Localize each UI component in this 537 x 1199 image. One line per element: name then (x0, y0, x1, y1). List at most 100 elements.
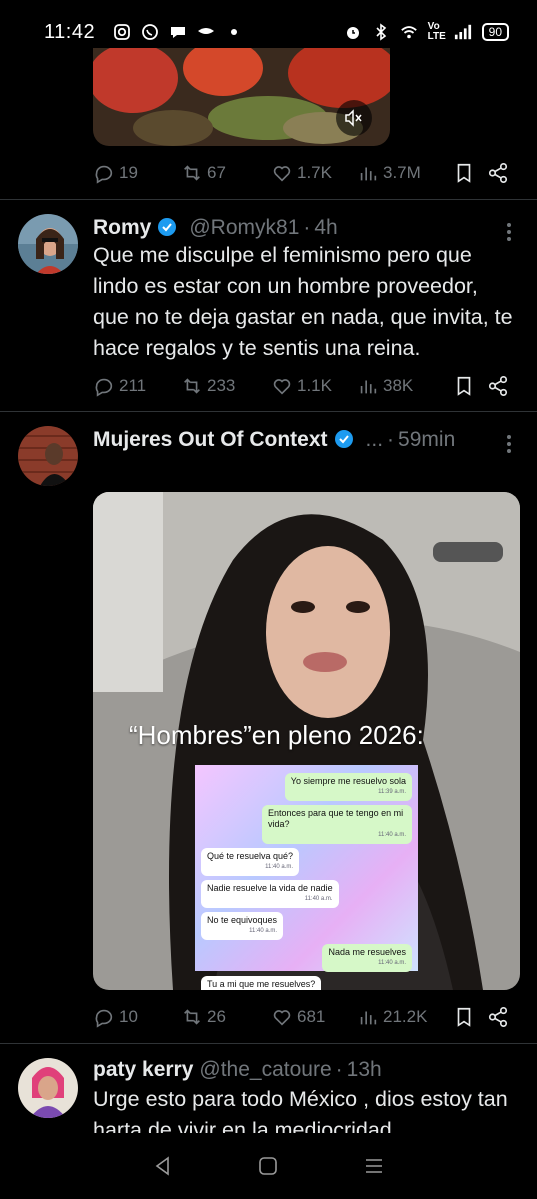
reply-icon (95, 1009, 113, 1028)
like-button[interactable]: 1.7K (271, 162, 357, 184)
recents-menu-icon[interactable] (363, 1155, 385, 1177)
chat-text: Yo siempre me resuelvo sola (290, 776, 406, 786)
repost-button[interactable]: 26 (181, 1006, 271, 1028)
chat-text: Entonces para que te tengo en mi vida? (268, 808, 404, 829)
bookmark-button[interactable] (453, 375, 487, 397)
tweet-header: Romy @Romyk81 · 4h (93, 214, 519, 240)
share-icon (488, 1007, 508, 1027)
verified-badge-icon (334, 429, 354, 449)
author-name[interactable]: Mujeres Out Of Context (93, 428, 328, 452)
bookmark-button[interactable] (453, 1006, 487, 1028)
chat-text: No te equivoques (207, 915, 278, 925)
chat-time: 11:39 a.m. (378, 789, 406, 795)
repost-count: 233 (207, 376, 236, 395)
author-handle[interactable]: ... (366, 428, 384, 452)
view-count: 3.7M (383, 163, 421, 182)
tweet-image[interactable]: “Hombres”en pleno 2026: Yo siempre me re… (93, 492, 520, 990)
heart-icon (273, 166, 291, 182)
repost-icon (184, 165, 200, 181)
views-chart-icon (360, 1011, 377, 1025)
bookmark-icon (457, 1007, 471, 1027)
views-button[interactable]: 3.7M (357, 162, 453, 184)
chat-bubble: Entonces para que te tengo en mi vida? 11… (201, 805, 412, 844)
home-icon[interactable] (257, 1155, 279, 1177)
reply-icon (95, 165, 113, 184)
view-count: 38K (383, 376, 414, 395)
reply-button[interactable]: 10 (93, 1006, 181, 1028)
share-icon (488, 163, 508, 183)
like-button[interactable]: 681 (271, 1006, 357, 1028)
reply-icon (95, 378, 113, 397)
more-options-icon[interactable] (507, 432, 513, 456)
views-chart-icon (360, 380, 377, 394)
repost-icon (184, 378, 200, 394)
tweet-time[interactable]: 59min (398, 428, 455, 452)
tweet-text: Que me disculpe el feminismo pero que li… (93, 243, 513, 360)
like-count: 681 (297, 1007, 326, 1026)
author-name[interactable]: Romy (93, 216, 151, 240)
tweet-actions: 10 26 681 21.2K (93, 1002, 518, 1032)
chat-time: 11:40 a.m. (249, 928, 278, 934)
mute-button[interactable] (336, 100, 372, 136)
bookmark-button[interactable] (453, 162, 487, 184)
author-handle[interactable]: @the_catoure (199, 1058, 331, 1082)
reply-count: 10 (119, 1007, 138, 1026)
chat-bubble: Nada me resuelves 11:40 a.m. (201, 944, 412, 972)
share-button[interactable] (487, 375, 509, 397)
verified-badge-icon (157, 217, 177, 237)
chat-text: Tu a mi que me resuelves? (207, 979, 316, 989)
chat-screenshot: Yo siempre me resuelvo sola 11:39 a.m. Ent… (195, 765, 418, 990)
tweet-1[interactable]: 19 67 1.7K 3.7M (0, 0, 537, 200)
chat-bubble: Yo siempre me resuelvo sola 11:39 a.m. (201, 773, 412, 801)
chat-bubble: Qué te resuelva qué? 11:40 a.m. (201, 848, 412, 876)
repost-button[interactable]: 67 (181, 162, 271, 184)
separator-dot: · (303, 216, 311, 239)
muted-speaker-icon (345, 109, 362, 127)
avatar[interactable] (18, 214, 78, 274)
chat-text: Nada me resuelves (328, 947, 406, 957)
avatar[interactable] (18, 426, 78, 486)
views-button[interactable]: 38K (357, 375, 453, 397)
tweet-time[interactable]: 13h (347, 1058, 382, 1082)
avatar[interactable] (18, 1058, 78, 1118)
author-name[interactable]: paty kerry (93, 1058, 193, 1082)
view-count: 21.2K (383, 1007, 428, 1026)
tweet-time[interactable]: 4h (314, 216, 337, 240)
repost-button[interactable]: 233 (181, 375, 271, 397)
chat-bubble: No te equivoques 11:40 a.m. (201, 912, 412, 940)
share-button[interactable] (487, 1006, 509, 1028)
reply-button[interactable]: 211 (93, 375, 181, 397)
views-button[interactable]: 21.2K (357, 1006, 453, 1028)
heart-icon (273, 1010, 291, 1026)
avatar-image (18, 1058, 78, 1118)
heart-icon (273, 379, 291, 395)
chat-time: 11:40 a.m. (304, 896, 333, 902)
reply-count: 19 (119, 163, 138, 182)
author-handle[interactable]: @Romyk81 (189, 216, 299, 240)
repost-icon (184, 1009, 200, 1025)
repost-count: 67 (207, 163, 226, 182)
chat-time: 11:40 a.m. (265, 864, 294, 870)
chat-text: Qué te resuelva qué? (207, 851, 294, 861)
bookmark-icon (457, 376, 471, 396)
like-count: 1.7K (297, 163, 332, 182)
image-caption: “Hombres”en pleno 2026: (129, 720, 424, 750)
separator-dot: · (335, 1058, 343, 1081)
tweet-2[interactable]: Romy @Romyk81 · 4h Que me disculpe el fe… (0, 200, 537, 412)
separator-dot: · (387, 428, 395, 451)
chat-bubble: Tu a mi que me resuelves?11:40 a.m. (201, 976, 412, 990)
like-button[interactable]: 1.1K (271, 375, 357, 397)
share-icon (488, 376, 508, 396)
back-icon[interactable] (152, 1155, 174, 1177)
reply-button[interactable]: 19 (93, 162, 181, 184)
share-button[interactable] (487, 162, 509, 184)
chat-time: 11:40 a.m. (378, 960, 406, 966)
tweet-video[interactable] (93, 48, 390, 146)
chat-time: 11:40 a.m. (378, 832, 406, 838)
tweet-actions: 19 67 1.7K 3.7M (93, 158, 518, 188)
tweet-header: Mujeres Out Of Context ... · 59min (93, 426, 519, 452)
chat-bubble: Nadie resuelve la vida de nadie 11:40 a.m… (201, 880, 412, 908)
repost-count: 26 (207, 1007, 226, 1026)
tweet-3[interactable]: Mujeres Out Of Context ... · 59min “Homb… (0, 412, 537, 1044)
system-navigation-bar (0, 1133, 537, 1199)
